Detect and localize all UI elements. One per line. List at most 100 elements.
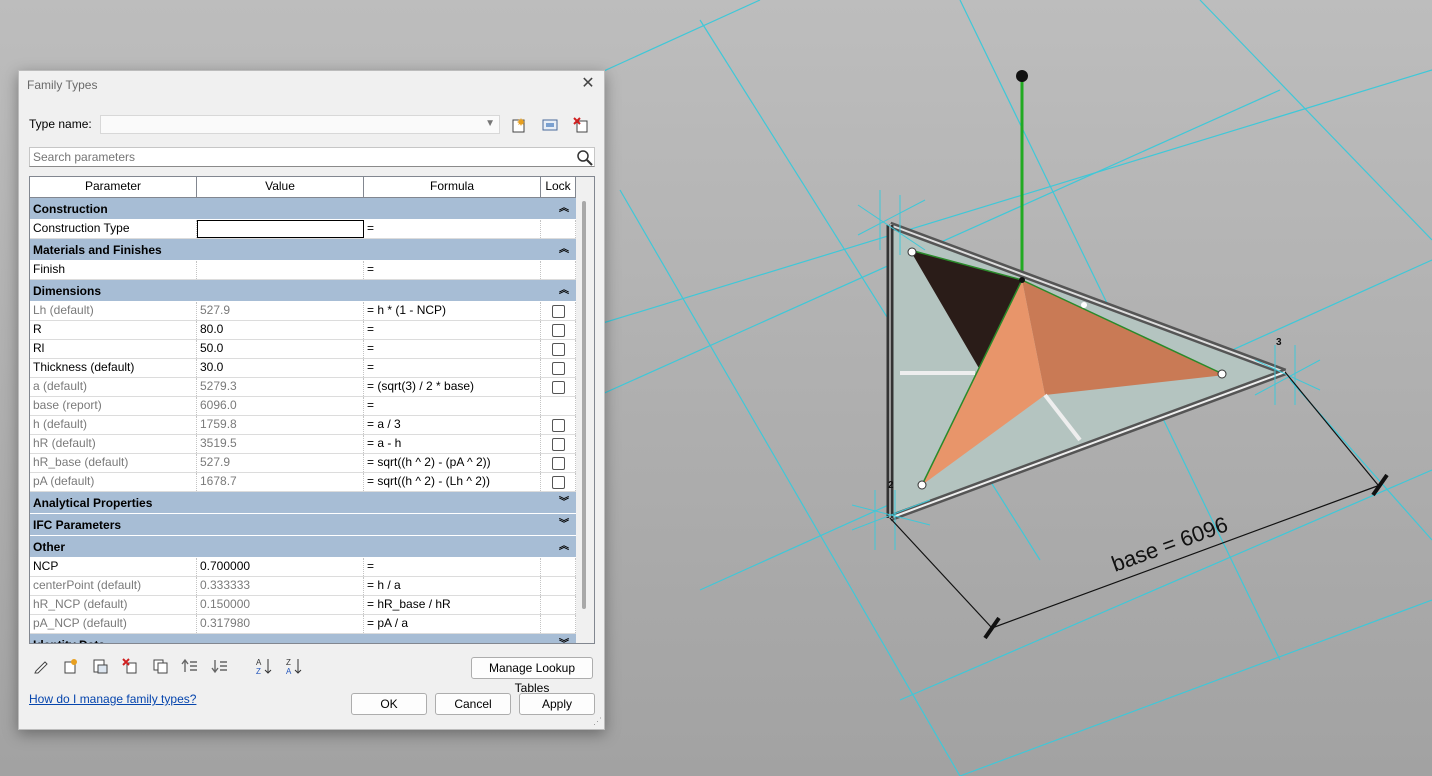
lock-checkbox[interactable] (551, 304, 565, 318)
shared-parameter-icon[interactable] (89, 655, 111, 677)
scrollbar-thumb[interactable] (582, 201, 586, 609)
parameter-lock[interactable] (541, 435, 576, 453)
parameter-row[interactable]: Construction Type = (30, 220, 576, 239)
sort-ascending-icon[interactable]: AZ (253, 655, 275, 677)
column-header-value[interactable]: Value (197, 177, 364, 197)
type-name-combo[interactable]: ▼ (100, 115, 500, 134)
delete-type-icon[interactable] (570, 114, 592, 136)
parameter-value[interactable]: 3519.5 (197, 435, 364, 453)
search-parameters-box[interactable] (29, 147, 595, 167)
parameter-formula[interactable]: = (364, 340, 541, 358)
parameter-row[interactable]: hR_NCP (default) 0.150000 = hR_base / hR (30, 596, 576, 615)
parameter-lock[interactable] (541, 416, 576, 434)
parameter-value[interactable]: 0.700000 (197, 558, 364, 576)
parameter-lock[interactable] (541, 473, 576, 491)
lock-checkbox[interactable] (551, 342, 565, 356)
collapse-chevron-icon[interactable]: ︽ (559, 198, 569, 220)
parameter-formula[interactable]: = (364, 558, 541, 576)
parameter-formula[interactable]: = h * (1 - NCP) (364, 302, 541, 320)
parameter-value[interactable]: 0.317980 (197, 615, 364, 633)
parameter-value[interactable]: 1759.8 (197, 416, 364, 434)
parameter-row[interactable]: NCP 0.700000 = (30, 558, 576, 577)
parameter-formula[interactable]: = (sqrt(3) / 2 * base) (364, 378, 541, 396)
parameter-row[interactable]: hR (default) 3519.5 = a - h (30, 435, 576, 454)
lock-checkbox[interactable] (551, 418, 565, 432)
parameter-lock[interactable] (541, 359, 576, 377)
expand-chevron-icon[interactable]: ︾ (559, 492, 569, 514)
parameter-formula[interactable]: = pA / a (364, 615, 541, 633)
new-parameter-icon[interactable] (59, 655, 81, 677)
group-header-other[interactable]: Other ︽ (30, 536, 576, 558)
collapse-chevron-icon[interactable]: ︽ (559, 239, 569, 261)
parameter-formula[interactable]: = (364, 220, 541, 238)
parameter-value[interactable]: 0.333333 (197, 577, 364, 595)
resize-grip-icon[interactable]: ⋰ (593, 716, 602, 727)
search-input[interactable] (30, 148, 563, 165)
move-up-icon[interactable] (179, 655, 201, 677)
parameter-formula[interactable]: = (364, 261, 541, 279)
expand-chevron-icon[interactable]: ︾ (559, 514, 569, 536)
parameter-lock[interactable] (541, 302, 576, 320)
parameter-value[interactable]: 80.0 (197, 321, 364, 339)
rename-type-icon[interactable] (539, 114, 561, 136)
parameter-formula[interactable]: = h / a (364, 577, 541, 595)
group-header-analytical-properties[interactable]: Analytical Properties ︾ (30, 492, 576, 514)
help-link[interactable]: How do I manage family types? (29, 692, 196, 706)
ok-button[interactable]: OK (351, 693, 427, 715)
parameter-formula[interactable]: = sqrt((h ^ 2) - (Lh ^ 2)) (364, 473, 541, 491)
parameter-row[interactable]: Lh (default) 527.9 = h * (1 - NCP) (30, 302, 576, 321)
lock-checkbox[interactable] (551, 323, 565, 337)
parameter-row[interactable]: Thickness (default) 30.0 = (30, 359, 576, 378)
parameters-grid[interactable]: Parameter Value Formula Lock Constructio… (29, 176, 595, 644)
parameter-row[interactable]: centerPoint (default) 0.333333 = h / a (30, 577, 576, 596)
parameter-row[interactable]: pA (default) 1678.7 = sqrt((h ^ 2) - (Lh ^… (30, 473, 576, 492)
parameter-lock[interactable] (541, 321, 576, 339)
apply-button[interactable]: Apply (519, 693, 595, 715)
column-header-lock[interactable]: Lock (541, 177, 576, 197)
parameter-formula[interactable]: = sqrt((h ^ 2) - (pA ^ 2)) (364, 454, 541, 472)
parameter-value[interactable]: 50.0 (197, 340, 364, 358)
group-header-ifc-parameters[interactable]: IFC Parameters ︾ (30, 514, 576, 536)
parameter-formula[interactable]: = (364, 321, 541, 339)
parameter-formula[interactable]: = hR_base / hR (364, 596, 541, 614)
sort-descending-icon[interactable]: ZA (283, 655, 305, 677)
lock-checkbox[interactable] (551, 361, 565, 375)
parameter-row[interactable]: R 80.0 = (30, 321, 576, 340)
group-header-dimensions[interactable]: Dimensions ︽ (30, 280, 576, 302)
parameter-value[interactable] (197, 220, 364, 238)
lock-checkbox[interactable] (551, 437, 565, 451)
parameter-row[interactable]: Rl 50.0 = (30, 340, 576, 359)
parameter-lock[interactable] (541, 454, 576, 472)
cancel-button[interactable]: Cancel (435, 693, 511, 715)
parameter-row[interactable]: Finish = (30, 261, 576, 280)
copy-parameter-icon[interactable] (149, 655, 171, 677)
parameter-value[interactable]: 527.9 (197, 454, 364, 472)
column-header-formula[interactable]: Formula (364, 177, 541, 197)
delete-parameter-icon[interactable] (119, 655, 141, 677)
move-down-icon[interactable] (209, 655, 231, 677)
parameter-row[interactable]: a (default) 5279.3 = (sqrt(3) / 2 * base) (30, 378, 576, 397)
parameter-formula[interactable]: = (364, 397, 541, 415)
new-type-icon[interactable] (508, 114, 530, 136)
parameter-row[interactable]: base (report) 6096.0 = (30, 397, 576, 416)
parameter-value[interactable]: 527.9 (197, 302, 364, 320)
lock-checkbox[interactable] (551, 475, 565, 489)
parameter-row[interactable]: pA_NCP (default) 0.317980 = pA / a (30, 615, 576, 634)
group-header-materials-and-finishes[interactable]: Materials and Finishes ︽ (30, 239, 576, 261)
grid-scrollbar[interactable] (576, 177, 594, 643)
parameter-value[interactable]: 0.150000 (197, 596, 364, 614)
lock-checkbox[interactable] (551, 456, 565, 470)
parameter-formula[interactable]: = a - h (364, 435, 541, 453)
collapse-chevron-icon[interactable]: ︽ (559, 536, 569, 558)
lock-checkbox[interactable] (551, 380, 565, 394)
group-header-identity-data[interactable]: Identity Data ︾ (30, 634, 576, 643)
column-header-parameter[interactable]: Parameter (30, 177, 197, 197)
parameter-row[interactable]: hR_base (default) 527.9 = sqrt((h ^ 2) - (… (30, 454, 576, 473)
expand-chevron-icon[interactable]: ︾ (559, 634, 569, 643)
parameter-row[interactable]: h (default) 1759.8 = a / 3 (30, 416, 576, 435)
parameter-formula[interactable]: = a / 3 (364, 416, 541, 434)
parameter-value[interactable]: 5279.3 (197, 378, 364, 396)
parameter-value[interactable]: 6096.0 (197, 397, 364, 415)
group-header-construction[interactable]: Construction ︽ (30, 198, 576, 220)
parameter-lock[interactable] (541, 378, 576, 396)
